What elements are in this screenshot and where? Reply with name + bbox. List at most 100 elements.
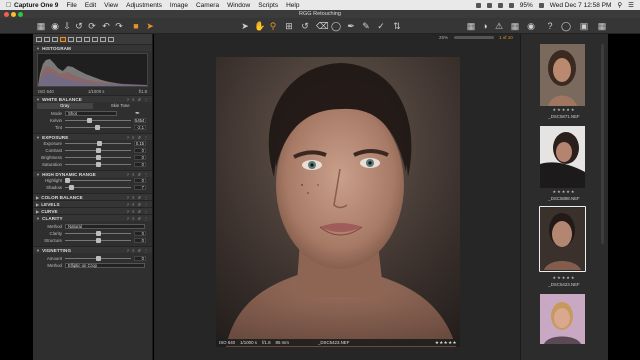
export-icon[interactable]: ➤ [145,21,155,31]
redo-icon[interactable]: ↷ [114,21,124,31]
camera-icon[interactable]: ◉ [50,21,60,31]
tint-slider[interactable] [65,125,131,130]
shadow-slider[interactable] [65,185,131,190]
hdr-header[interactable]: ▼ HIGH DYNAMIC RANGE ? ≡ ↺ ⋮ [33,170,152,177]
battery-icon[interactable] [538,2,544,8]
thumbnail-1-stars[interactable]: ★★★★★ [525,107,603,112]
exposure-warning-icon[interactable]: ◉ [526,21,536,31]
saturation-knob[interactable] [95,162,101,167]
menu-scripts[interactable]: Scripts [258,2,278,9]
vignetting-header[interactable]: ▼ VIGNETTING ? ≡ ↺ ⋮ [33,246,152,253]
brightness-knob[interactable] [95,155,101,160]
kelvin-slider[interactable] [65,118,131,123]
exposure-knob[interactable] [96,141,102,146]
shadow-knob[interactable] [69,185,75,190]
close-window-button[interactable] [4,11,9,17]
menu-file[interactable]: File [66,2,76,9]
minimize-window-button[interactable] [11,11,16,17]
zoom-tool-icon[interactable]: ⚲ [268,21,278,31]
tool-controls-icon[interactable]: ? ≡ ↺ ⋮ [127,172,149,177]
browser-icon[interactable]: ▦ [597,21,607,31]
highlight-value[interactable]: 0 [134,178,146,183]
status-icon[interactable] [486,2,492,8]
kelvin-value[interactable]: 5454 [134,118,146,123]
rating-stars[interactable]: ★★★★★ [435,340,460,346]
pan-tool-icon[interactable]: ✋ [254,21,265,31]
library-tab[interactable] [36,36,42,42]
menu-adjustments[interactable]: Adjustments [126,2,162,9]
zoom-level[interactable]: 25% [439,35,448,40]
spot-removal-icon[interactable]: ◯ [331,21,341,31]
menu-camera[interactable]: Camera [196,2,219,9]
status-icon[interactable] [475,2,481,8]
menu-list-icon[interactable]: ☰ [628,1,634,9]
library-icon[interactable]: ▦ [36,21,46,31]
browser-scrollbar[interactable] [601,44,604,244]
brightness-slider[interactable] [65,155,131,160]
highlight-knob[interactable] [65,178,70,183]
contrast-slider[interactable] [65,148,131,153]
search-icon[interactable]: ⚲ [617,1,622,9]
brush-tool-icon[interactable]: ✎ [361,21,371,31]
output-tab[interactable] [108,36,114,42]
exposure-value[interactable]: 0.15 [134,141,146,146]
status-icon[interactable] [497,2,503,8]
tool-controls-icon[interactable]: ? ≡ ↺ ⋮ [127,216,149,221]
saturation-value[interactable]: 0 [134,162,146,167]
vignetting-method-select[interactable]: Elliptic on Crop [65,262,145,269]
menu-app[interactable]: Capture One 9 [14,2,58,9]
local-adjust-tab[interactable] [84,36,90,42]
tool-controls-icon[interactable]: ? ≡ ↺ ⋮ [127,97,149,102]
contrast-knob[interactable] [95,148,101,153]
straighten-tool-icon[interactable]: ↺ [300,21,310,31]
metadata-tab[interactable] [100,36,106,42]
lens-tab[interactable] [52,36,58,42]
picker-tool-icon[interactable]: ✒ [346,21,356,31]
keystone-tool-icon[interactable]: ⌫ [316,21,329,31]
clarity-header[interactable]: ▼ CLARITY ? ≡ ↺ ⋮ [33,214,152,221]
pointer-tool-icon[interactable]: ➤ [240,21,250,31]
structure-slider[interactable] [65,238,131,243]
details-tab[interactable] [76,36,82,42]
menu-help[interactable]: Help [286,2,299,9]
adjustments-tab[interactable] [92,36,98,42]
annotation-tool-icon[interactable]: ✓ [376,21,386,31]
copy-adjustments-icon[interactable]: ⇅ [392,21,402,31]
highlight-slider[interactable] [65,178,131,183]
capture-tab[interactable] [44,36,50,42]
grid-icon[interactable]: ▦ [466,21,476,31]
contrast-value[interactable]: 0 [134,148,146,153]
white-balance-header[interactable]: ▼ WHITE BALANCE ? ≡ ↺ ⋮ [33,95,152,102]
clarity-value[interactable]: 0 [134,231,146,236]
process-icon[interactable]: ■ [131,21,141,31]
tool-controls-icon[interactable]: ? ≡ ↺ ⋮ [127,202,149,207]
exposure-slider[interactable] [65,141,131,146]
reset-icon[interactable]: ⟳ [87,21,97,31]
mode-select[interactable]: Shot [65,110,117,117]
crop-tool-icon[interactable]: ⊞ [284,21,294,31]
undo-icon[interactable]: ↶ [101,21,111,31]
histogram-header[interactable]: ▼ HISTOGRAM [33,44,152,51]
view-mode-icon[interactable]: ▣ [579,21,589,31]
tab-skin-tone[interactable]: Skin Tone [93,103,149,109]
zoom-slider[interactable] [454,36,494,39]
kelvin-knob[interactable] [86,118,92,123]
levels-header[interactable]: ▶ LEVELS ? ≡ ↺ ⋮ [33,200,152,207]
thumbnail-3-stars[interactable]: ★★★★★ [525,275,603,280]
thumbnail-2[interactable] [540,126,585,188]
focus-icon[interactable]: ◯ [561,21,571,31]
menu-view[interactable]: View [104,2,118,9]
battery-percent[interactable]: 95% [520,2,533,9]
clarity-slider[interactable] [65,231,131,236]
zoom-window-button[interactable] [18,11,23,17]
tool-controls-icon[interactable]: ? ≡ ↺ ⋮ [127,248,149,253]
overlay-icon[interactable]: ▦ [510,21,520,31]
thumbnail-1[interactable] [540,44,585,106]
menu-image[interactable]: Image [170,2,188,9]
menu-window[interactable]: Window [227,2,250,9]
proof-icon[interactable]: ◑ [480,21,490,31]
tint-value[interactable]: -2.1 [134,125,146,130]
amount-knob[interactable] [95,256,101,261]
tool-controls-icon[interactable]: ? ≡ ↺ ⋮ [127,209,149,214]
rotate-left-icon[interactable]: ↺ [74,21,84,31]
